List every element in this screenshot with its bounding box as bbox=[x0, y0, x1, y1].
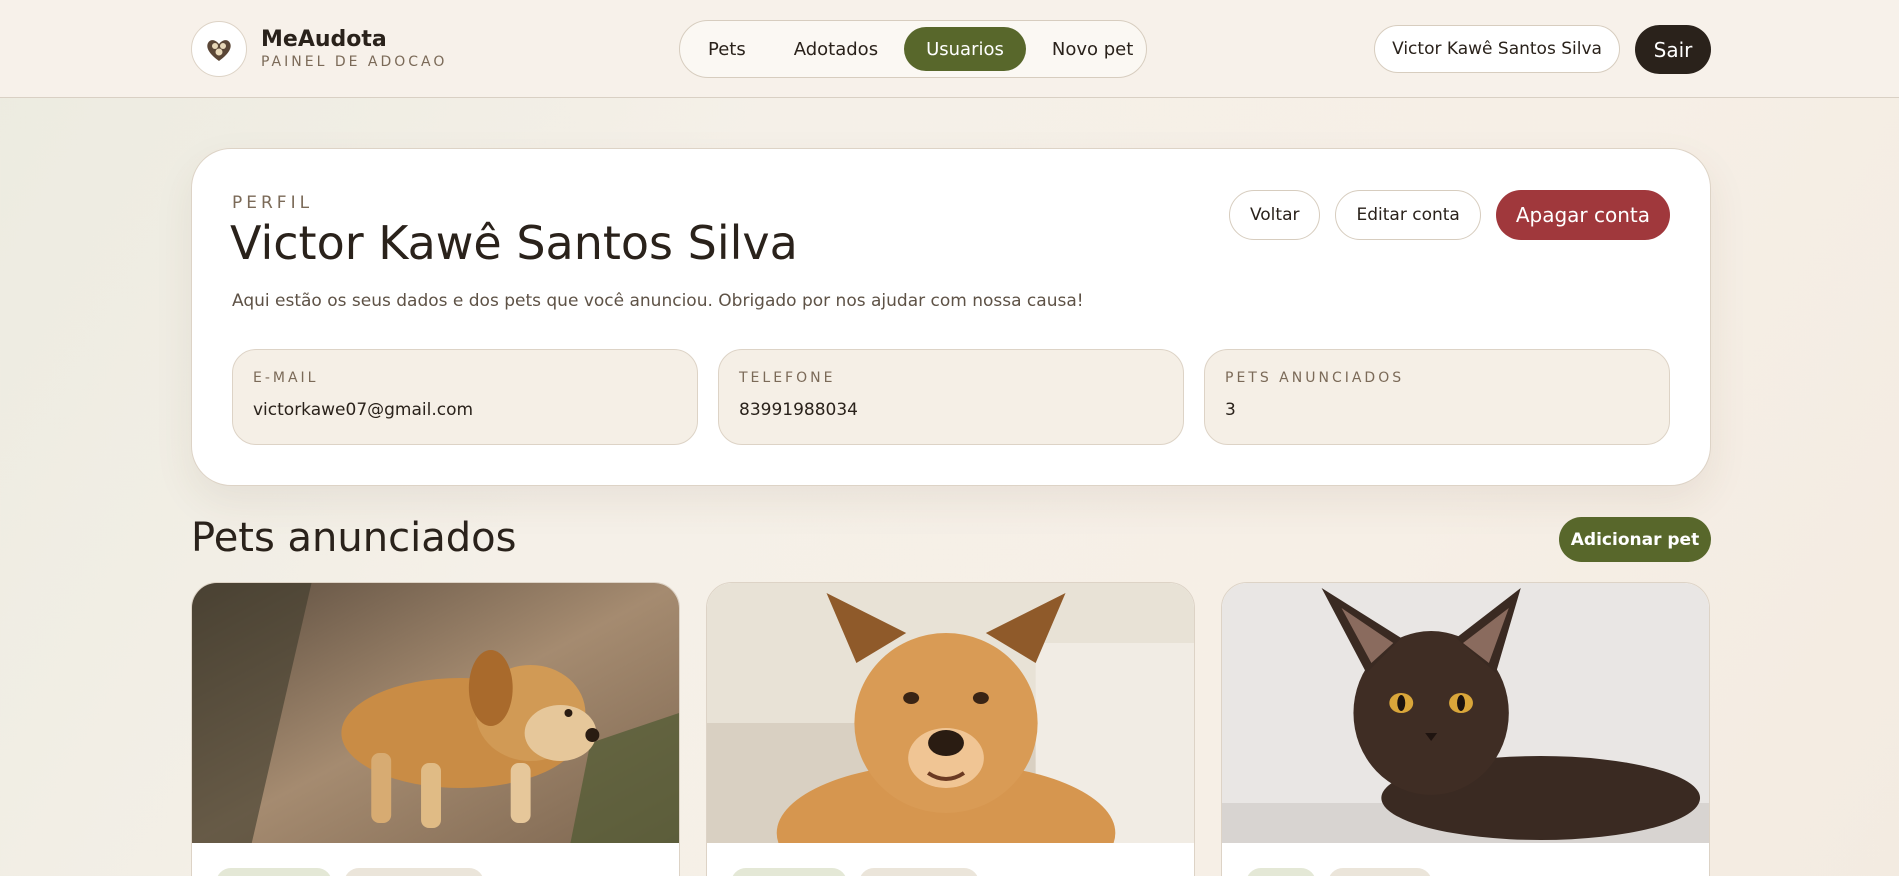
phone-label: TELEFONE bbox=[739, 370, 836, 386]
profile-eyebrow: PERFIL bbox=[232, 193, 314, 213]
add-pet-button[interactable]: Adicionar pet bbox=[1559, 517, 1711, 562]
phone-field: TELEFONE 83991988034 bbox=[718, 349, 1184, 445]
profile-card: PERFIL Victor Kawê Santos Silva Aqui est… bbox=[191, 148, 1711, 486]
nav-item-adotados[interactable]: Adotados bbox=[772, 27, 900, 71]
pets-count-value: 3 bbox=[1225, 400, 1236, 420]
pets-count-field: PETS ANUNCIADOS 3 bbox=[1204, 349, 1670, 445]
pet-card[interactable] bbox=[1221, 582, 1710, 876]
dog-photo bbox=[707, 583, 1194, 843]
pet-card[interactable] bbox=[191, 582, 680, 876]
cat-photo bbox=[1222, 583, 1709, 843]
top-bar: MeAudota PAINEL DE ADOCAO Pets Adotados … bbox=[0, 0, 1899, 98]
nav-item-novo-pet[interactable]: Novo pet bbox=[1030, 27, 1155, 71]
main-nav: Pets Adotados Usuarios Novo pet bbox=[679, 20, 1147, 78]
profile-name: Victor Kawê Santos Silva bbox=[230, 216, 798, 270]
nav-item-usuarios[interactable]: Usuarios bbox=[904, 27, 1026, 71]
app-name: MeAudota bbox=[261, 27, 387, 52]
pet-tag bbox=[859, 868, 979, 876]
pet-tag bbox=[344, 868, 484, 876]
profile-description: Aqui estão os seus dados e dos pets que … bbox=[232, 291, 1084, 311]
edit-account-button[interactable]: Editar conta bbox=[1335, 190, 1481, 240]
brand[interactable]: MeAudota PAINEL DE ADOCAO bbox=[191, 21, 447, 77]
pet-tag bbox=[731, 868, 847, 876]
logout-button[interactable]: Sair bbox=[1635, 25, 1711, 74]
app-subtitle: PAINEL DE ADOCAO bbox=[261, 54, 448, 70]
email-value: victorkawe07@gmail.com bbox=[253, 400, 474, 420]
pet-tag bbox=[1246, 868, 1316, 876]
nav-item-pets[interactable]: Pets bbox=[686, 27, 768, 71]
current-user-button[interactable]: Victor Kawê Santos Silva bbox=[1374, 25, 1620, 73]
pet-tag bbox=[216, 868, 332, 876]
paw-heart-icon bbox=[207, 40, 231, 61]
delete-account-button[interactable]: Apagar conta bbox=[1495, 190, 1670, 240]
pet-tag bbox=[1328, 868, 1432, 876]
profile-actions: Voltar Editar conta Apagar conta bbox=[1228, 190, 1670, 240]
phone-value: 83991988034 bbox=[739, 400, 858, 420]
profile-info-row: E-MAIL victorkawe07@gmail.com TELEFONE 8… bbox=[232, 349, 1670, 445]
pet-card[interactable] bbox=[706, 582, 1195, 876]
logo bbox=[191, 21, 247, 77]
dog-photo bbox=[192, 583, 679, 843]
email-label: E-MAIL bbox=[253, 370, 319, 386]
pets-section-title: Pets anunciados bbox=[191, 515, 517, 561]
email-field: E-MAIL victorkawe07@gmail.com bbox=[232, 349, 698, 445]
back-button[interactable]: Voltar bbox=[1228, 190, 1321, 240]
pets-count-label: PETS ANUNCIADOS bbox=[1225, 370, 1405, 386]
